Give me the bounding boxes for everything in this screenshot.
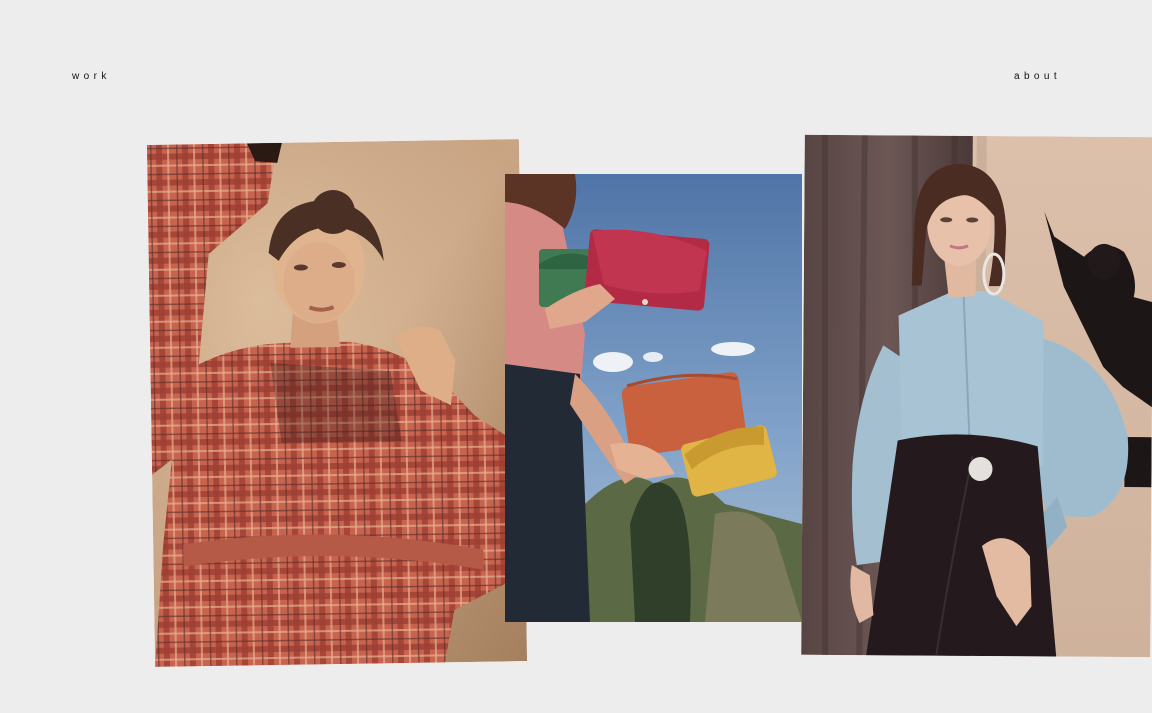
photo-leather-clutches-sky[interactable]: [505, 174, 802, 622]
nav-work-link[interactable]: work: [72, 71, 111, 82]
photo-plaid-coat-image: [146, 139, 528, 667]
page: work about: [0, 0, 1152, 713]
photo-blue-shirt-image: [801, 134, 1152, 658]
photo-model-blue-shirt[interactable]: [801, 134, 1152, 658]
photo-clutches-image: [505, 174, 802, 622]
photo-model-plaid-coat[interactable]: [146, 139, 528, 667]
nav-about-link[interactable]: about: [1014, 71, 1061, 82]
